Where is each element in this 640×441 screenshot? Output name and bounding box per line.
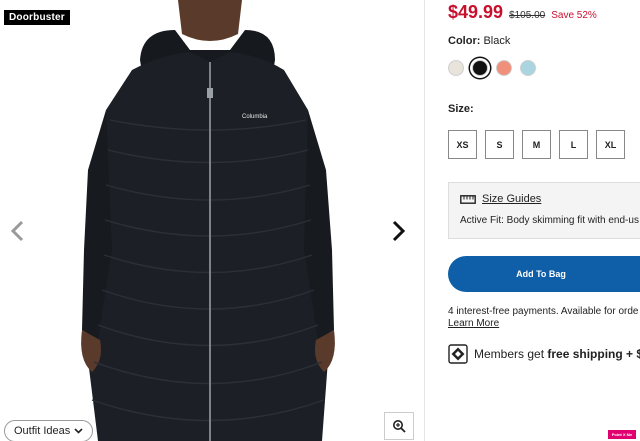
- payments-text: 4 interest-free payments. Available for …: [448, 306, 639, 317]
- previous-image-button[interactable]: [2, 215, 32, 247]
- outfit-ideas-button[interactable]: Outfit Ideas: [4, 420, 94, 441]
- size-options: XS S M L XL: [448, 130, 625, 159]
- doorbuster-badge: Doorbuster: [4, 10, 70, 25]
- next-image-button[interactable]: [384, 215, 414, 247]
- product-image: Columbia: [81, 0, 335, 441]
- size-s-button[interactable]: S: [485, 130, 514, 159]
- color-swatches: [448, 60, 536, 76]
- outfit-ideas-label: Outfit Ideas: [14, 425, 71, 437]
- members-prefix: Members get: [474, 347, 548, 361]
- learn-more-link[interactable]: Learn More: [448, 318, 638, 330]
- save-percentage: Save 52%: [551, 10, 597, 21]
- sale-price: $49.99: [448, 2, 504, 22]
- members-bold: free shipping + $2: [547, 347, 640, 361]
- pinit-badge[interactable]: Point X Me: [608, 430, 636, 439]
- color-label: Color: Black: [448, 35, 510, 47]
- fit-description: Active Fit: Body skimming fit with end-u…: [460, 215, 639, 226]
- ruler-icon: [460, 194, 476, 204]
- size-xs-button[interactable]: XS: [448, 130, 477, 159]
- size-guides-link[interactable]: Size Guides: [460, 193, 636, 205]
- swatch-black[interactable]: [472, 60, 488, 76]
- size-m-button[interactable]: M: [522, 130, 551, 159]
- zoom-in-icon: [393, 420, 406, 433]
- columbia-logo: Columbia: [242, 114, 268, 120]
- fit-info-box: Size Guides Active Fit: Body skimming fi…: [448, 182, 640, 239]
- swatch-chalk[interactable]: [448, 60, 464, 76]
- color-label-text: Color:: [448, 35, 481, 47]
- zoom-button[interactable]: [384, 412, 414, 440]
- swatch-light-blue[interactable]: [520, 60, 536, 76]
- chevron-right-icon: [392, 220, 406, 242]
- chevron-left-icon: [10, 220, 24, 242]
- size-guides-label: Size Guides: [482, 193, 542, 205]
- size-l-button[interactable]: L: [559, 130, 588, 159]
- product-gallery: Doorbuster Columbia Outfit Ideas: [0, 0, 425, 441]
- members-shipping: Members get free shipping + $2: [448, 344, 640, 364]
- original-price: $105.00: [509, 10, 546, 21]
- add-to-bag-button[interactable]: Add To Bag: [448, 256, 640, 292]
- swatch-coral[interactable]: [496, 60, 512, 76]
- price-row: $49.99 $105.00 Save 52%: [448, 2, 597, 23]
- chevron-down-icon: [74, 428, 83, 434]
- payments-info: 4 interest-free payments. Available for …: [448, 306, 638, 330]
- members-text: Members get free shipping + $2: [474, 347, 640, 361]
- members-diamond-icon: [448, 344, 468, 364]
- product-details: $49.99 $105.00 Save 52% Color: Black Siz…: [448, 0, 640, 441]
- size-label: Size:: [448, 103, 474, 115]
- size-xl-button[interactable]: XL: [596, 130, 625, 159]
- selected-color: Black: [483, 35, 511, 47]
